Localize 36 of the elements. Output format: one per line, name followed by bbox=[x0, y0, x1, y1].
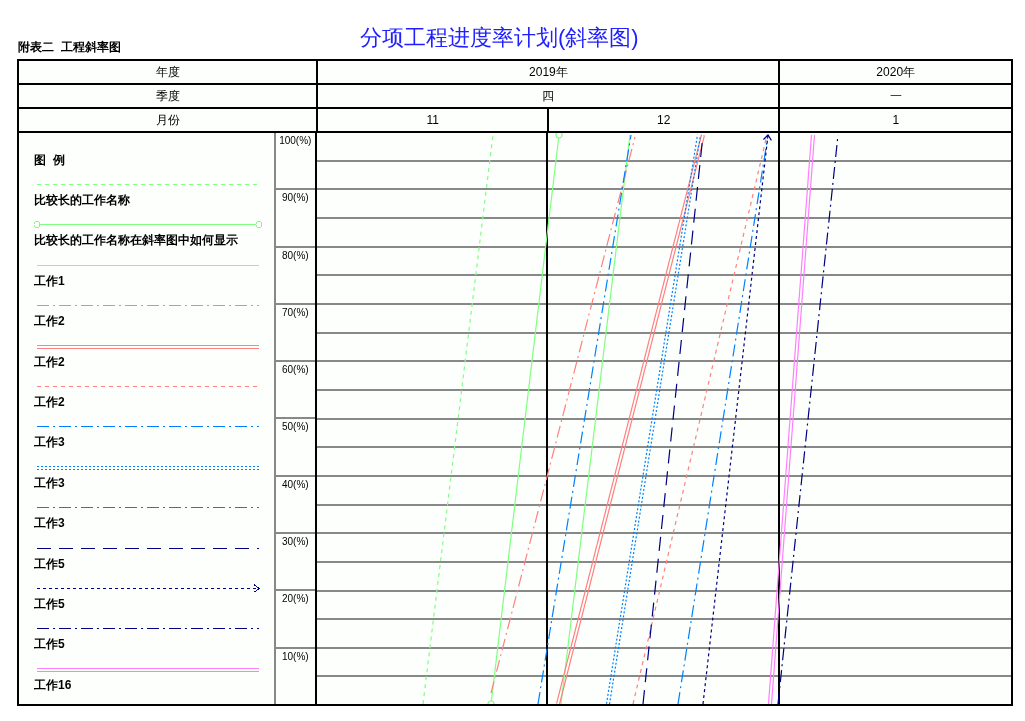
legend-label: 工作2 bbox=[34, 315, 66, 328]
legend-label: 工作2 bbox=[34, 395, 66, 408]
legend-label: 工作5 bbox=[34, 638, 66, 651]
legend-label: 工作2 bbox=[34, 355, 66, 368]
axis-label: 40(%) bbox=[281, 479, 309, 492]
legend-label: 工作3 bbox=[34, 436, 66, 449]
month-cell: 12 bbox=[546, 109, 779, 131]
legend-label: 工作3 bbox=[34, 517, 66, 530]
chart-title: 分项工程进度率计划(斜率图) bbox=[360, 24, 639, 52]
row-header: 月份 bbox=[154, 112, 181, 129]
table-caption: 附表二 工程斜率图 bbox=[18, 39, 122, 56]
legend-title: 图 例 bbox=[34, 153, 65, 167]
legend-label: 工作5 bbox=[34, 597, 66, 610]
year-cell: 2020年 bbox=[778, 61, 1011, 83]
axis-label: 100(%) bbox=[279, 136, 312, 148]
legend-label: 工作1 bbox=[34, 274, 66, 287]
month-cell: 1 bbox=[778, 109, 1011, 131]
axis-label: 60(%) bbox=[281, 365, 309, 378]
legend-label: 工作5 bbox=[34, 557, 66, 570]
row-header: 季度 bbox=[154, 88, 181, 105]
row-header: 年度 bbox=[154, 64, 181, 81]
legend-label: 比较长的工作名称在斜率图中如何显示 bbox=[34, 234, 239, 247]
quarter-cell: 一 bbox=[778, 85, 1011, 107]
month-cell: 11 bbox=[316, 109, 547, 131]
legend-label: 工作16 bbox=[34, 678, 73, 691]
quarter-cell: 四 bbox=[316, 85, 779, 107]
axis-label: 10(%) bbox=[281, 651, 309, 664]
legend-label: 工作3 bbox=[34, 476, 66, 489]
year-cell: 2019年 bbox=[316, 61, 779, 83]
axis-label: 90(%) bbox=[281, 193, 309, 206]
axis-label: 30(%) bbox=[281, 537, 309, 550]
axis-label: 80(%) bbox=[281, 250, 309, 263]
axis-label: 50(%) bbox=[281, 422, 309, 435]
axis-label: 20(%) bbox=[281, 594, 309, 607]
axis-label: 70(%) bbox=[281, 307, 309, 320]
legend-label: 比较长的工作名称 bbox=[34, 194, 131, 206]
